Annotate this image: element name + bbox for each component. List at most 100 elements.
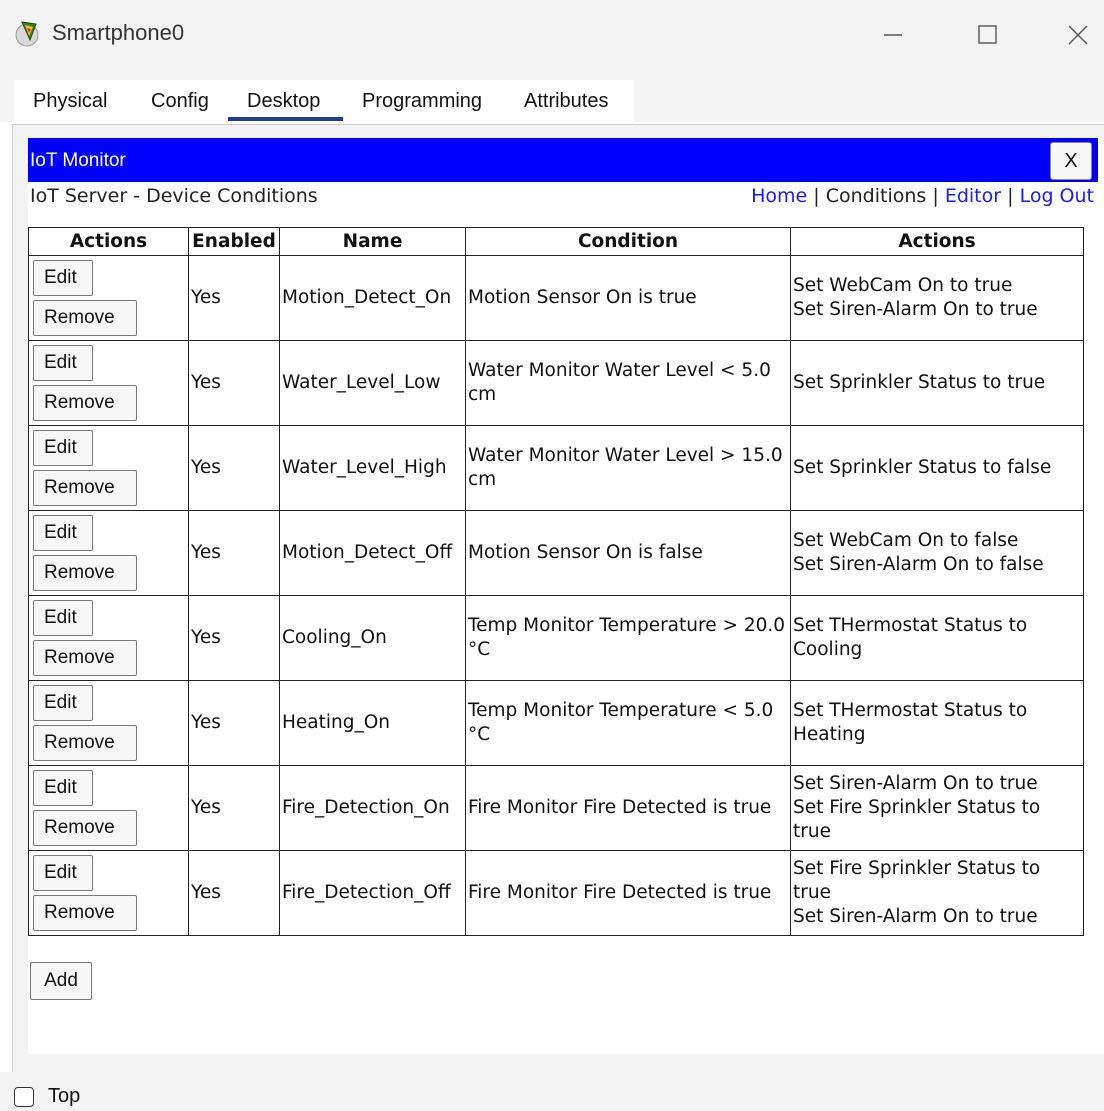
action-line: Set WebCam On to false [793, 530, 1019, 551]
remove-button[interactable]: Remove [33, 725, 137, 761]
actions-list-cell: Set Siren-Alarm On to true Set Fire Sprin… [790, 765, 1084, 851]
edit-button[interactable]: Edit [33, 855, 93, 891]
condition-cell: Motion Sensor On is false [465, 510, 791, 596]
table-row: Edit Remove Yes Motion_Detect_On Motion Sens… [28, 255, 1084, 341]
minimize-icon[interactable] [868, 14, 918, 54]
edit-button[interactable]: Edit [33, 600, 93, 636]
page-title: IoT Server - Device Conditions [30, 185, 318, 207]
actions-list-cell: Set Fire Sprinkler Status to true Set Sir… [790, 850, 1084, 936]
condition-cell: Fire Monitor Fire Detected is true [465, 850, 791, 936]
action-line: Set Sprinkler Status to true [793, 372, 1046, 393]
condition-cell: Temp Monitor Temperature < 5.0 °C [465, 680, 791, 766]
packet-tracer-device-icon [15, 21, 39, 47]
remove-button[interactable]: Remove [33, 470, 137, 506]
edit-button[interactable]: Edit [33, 430, 93, 466]
enabled-cell: Yes [188, 595, 280, 681]
browser-title: IoT Monitor [30, 150, 126, 171]
enabled-cell: Yes [188, 680, 280, 766]
row-actions-cell: Edit Remove [28, 510, 189, 596]
header-name: Name [279, 227, 466, 256]
table-row: Edit Remove Yes Heating_On Temp Monitor Temp… [28, 680, 1084, 766]
browser-title-bar [28, 138, 1098, 182]
action-line: Set THermostat Status to Cooling [793, 615, 1028, 660]
row-actions-cell: Edit Remove [28, 340, 189, 426]
table-row: Edit Remove Yes Fire_Detection_On Fire Monit… [28, 765, 1084, 851]
tab-attributes[interactable]: Attributes [524, 90, 608, 113]
enabled-cell: Yes [188, 510, 280, 596]
header-condition: Condition [465, 227, 791, 256]
actions-list-cell: Set THermostat Status to Heating [790, 680, 1084, 766]
row-actions-cell: Edit Remove [28, 255, 189, 341]
row-actions-cell: Edit Remove [28, 850, 189, 936]
tab-programming[interactable]: Programming [362, 90, 482, 113]
edit-button[interactable]: Edit [33, 685, 93, 721]
remove-button[interactable]: Remove [33, 555, 137, 591]
table-row: Edit Remove Yes Water_Level_High Water Monit… [28, 425, 1084, 511]
remove-button[interactable]: Remove [33, 640, 137, 676]
edit-button[interactable]: Edit [33, 260, 93, 296]
table-row: Edit Remove Yes Cooling_On Temp Monitor Temp… [28, 595, 1084, 681]
enabled-cell: Yes [188, 765, 280, 851]
actions-list-cell: Set WebCam On to false Set Siren-Alarm On… [790, 510, 1084, 596]
action-line: Set THermostat Status to Heating [793, 700, 1028, 745]
action-line: Set Sprinkler Status to false [793, 457, 1052, 478]
name-cell: Water_Level_High [279, 425, 466, 511]
bottom-bar [0, 1072, 1104, 1111]
name-cell: Heating_On [279, 680, 466, 766]
row-actions-cell: Edit Remove [28, 425, 189, 511]
actions-list-cell: Set THermostat Status to Cooling [790, 595, 1084, 681]
name-cell: Motion_Detect_Off [279, 510, 466, 596]
table-row: Edit Remove Yes Motion_Detect_Off Motion Sen… [28, 510, 1084, 596]
browser-close-button[interactable]: X [1050, 142, 1092, 180]
name-cell: Fire_Detection_On [279, 765, 466, 851]
header-actions: Actions [28, 227, 189, 256]
actions-list-cell: Set WebCam On to true Set Siren-Alarm On … [790, 255, 1084, 341]
name-cell: Cooling_On [279, 595, 466, 681]
tab-desktop[interactable]: Desktop [247, 90, 320, 113]
edit-button[interactable]: Edit [33, 515, 93, 551]
action-line: Set Siren-Alarm On to true [793, 906, 1038, 927]
nav-home-link[interactable]: Home [751, 185, 807, 207]
name-cell: Fire_Detection_Off [279, 850, 466, 936]
conditions-table: Actions Enabled Name Condition Actions E… [28, 227, 1084, 936]
action-line: Set Siren-Alarm On to true [793, 773, 1038, 794]
maximize-icon[interactable] [962, 14, 1012, 54]
actions-list-cell: Set Sprinkler Status to false [790, 425, 1084, 511]
add-button[interactable]: Add [30, 962, 92, 1000]
condition-cell: Water Monitor Water Level > 15.0 cm [465, 425, 791, 511]
name-cell: Water_Level_Low [279, 340, 466, 426]
action-line: Set Fire Sprinkler Status to true [793, 858, 1041, 903]
nav-editor-link[interactable]: Editor [945, 185, 1001, 207]
edit-button[interactable]: Edit [33, 770, 93, 806]
nav-separator: | [1007, 185, 1014, 207]
remove-button[interactable]: Remove [33, 895, 137, 931]
table-header-row: Actions Enabled Name Condition Actions [28, 227, 1084, 256]
top-label: Top [48, 1085, 81, 1107]
tab-config[interactable]: Config [151, 90, 209, 113]
close-icon[interactable] [1052, 14, 1102, 54]
edit-button[interactable]: Edit [33, 345, 93, 381]
tab-physical[interactable]: Physical [33, 90, 107, 113]
top-checkbox[interactable] [14, 1087, 34, 1107]
table-row: Edit Remove Yes Water_Level_Low Water Monito… [28, 340, 1084, 426]
row-actions-cell: Edit Remove [28, 595, 189, 681]
enabled-cell: Yes [188, 850, 280, 936]
remove-button[interactable]: Remove [33, 385, 137, 421]
nav-logout-link[interactable]: Log Out [1020, 185, 1094, 207]
action-line: Set Fire Sprinkler Status to true [793, 797, 1041, 842]
row-actions-cell: Edit Remove [28, 765, 189, 851]
name-cell: Motion_Detect_On [279, 255, 466, 341]
table-row: Edit Remove Yes Fire_Detection_Off Fire Moni… [28, 850, 1084, 936]
action-line: Set Siren-Alarm On to true [793, 299, 1038, 320]
enabled-cell: Yes [188, 425, 280, 511]
nav-links: Home | Conditions | Editor | Log Out [751, 185, 1094, 207]
action-line: Set Siren-Alarm On to false [793, 554, 1044, 575]
actions-list-cell: Set Sprinkler Status to true [790, 340, 1084, 426]
remove-button[interactable]: Remove [33, 300, 137, 336]
nav-separator: | [813, 185, 820, 207]
remove-button[interactable]: Remove [33, 810, 137, 846]
nav-conditions-text: Conditions [825, 185, 927, 207]
enabled-cell: Yes [188, 340, 280, 426]
header-enabled: Enabled [188, 227, 280, 256]
active-tab-indicator [228, 117, 343, 121]
